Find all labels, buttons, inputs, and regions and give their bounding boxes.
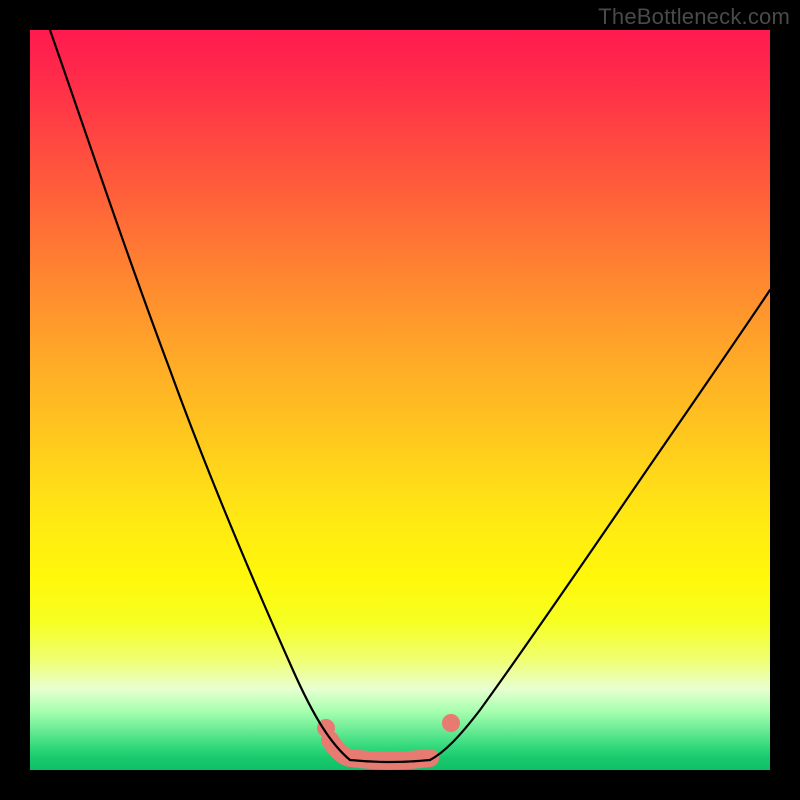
chart-svg — [30, 30, 770, 770]
highlight-dot-right — [442, 714, 460, 732]
watermark-label: TheBottleneck.com — [598, 4, 790, 30]
bottleneck-curve-left — [50, 30, 350, 760]
chart-frame: TheBottleneck.com — [0, 0, 800, 800]
plot-area — [30, 30, 770, 770]
bottleneck-curve-right — [430, 290, 770, 760]
highlight-floor — [330, 740, 430, 761]
